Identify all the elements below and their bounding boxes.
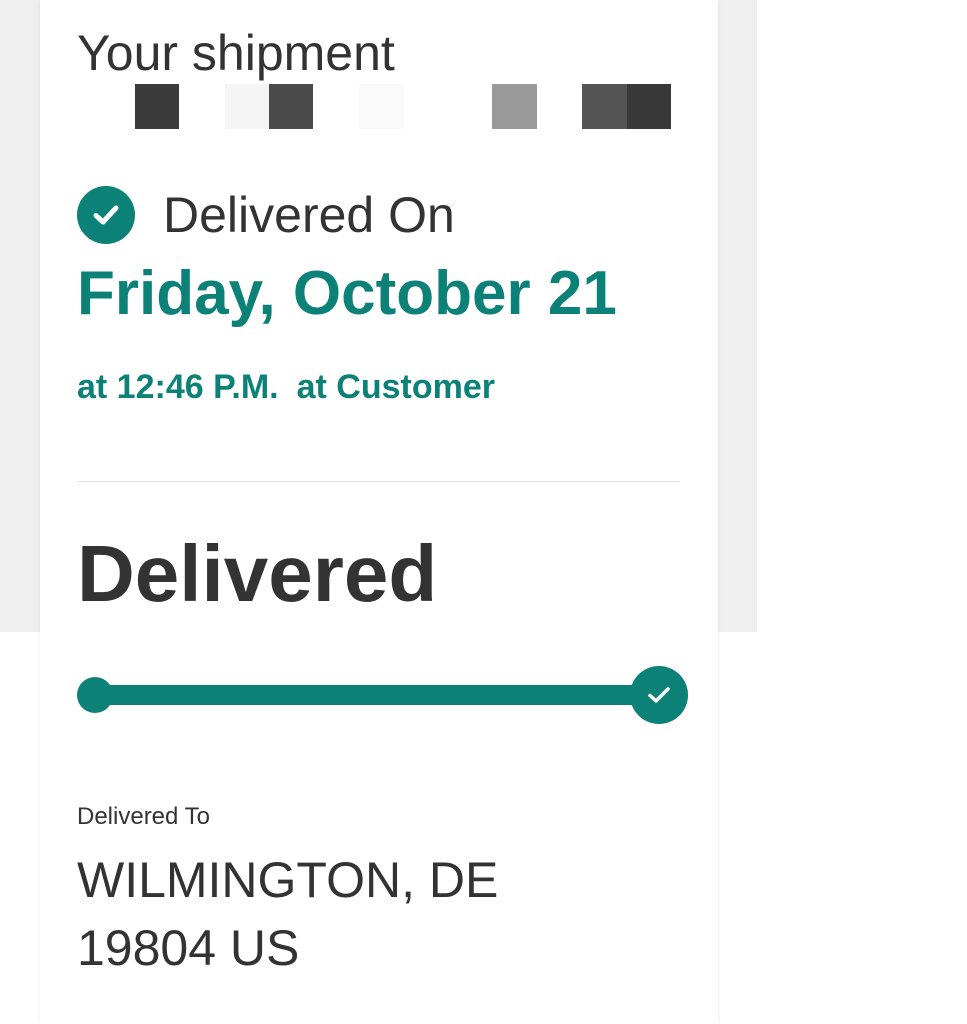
status-label: Delivered On <box>163 187 455 243</box>
redaction-block <box>225 84 269 129</box>
delivery-detail: at 12:46 P.M. at Customer <box>77 368 495 407</box>
redaction-block <box>492 84 537 129</box>
delivery-time: at 12:46 P.M. <box>77 368 279 406</box>
address-line-2: 19804 US <box>77 920 300 976</box>
status-heading: Delivered <box>77 529 438 618</box>
progress-track <box>77 666 688 724</box>
status-row: Delivered On <box>77 186 455 244</box>
redaction-block <box>627 84 671 129</box>
progress-start-dot <box>77 677 113 713</box>
redaction-block <box>582 84 627 129</box>
page: Your shipment Delivered On Friday, Octob… <box>0 0 967 1024</box>
delivery-date: Friday, October 21 <box>77 259 617 328</box>
check-circle-icon <box>77 186 135 244</box>
check-icon <box>630 666 688 724</box>
delivery-address: WILMINGTON, DE 19804 US <box>77 846 498 982</box>
progress-bar <box>95 685 659 705</box>
divider <box>77 481 680 482</box>
delivered-to-label: Delivered To <box>77 803 210 830</box>
page-title: Your shipment <box>77 25 395 81</box>
redaction-block <box>135 84 179 129</box>
shipment-card: Your shipment Delivered On Friday, Octob… <box>40 0 718 1024</box>
redaction-block <box>359 84 403 129</box>
redaction-block <box>269 84 313 129</box>
delivery-location: at Customer <box>296 368 495 406</box>
address-line-1: WILMINGTON, DE <box>77 852 499 908</box>
